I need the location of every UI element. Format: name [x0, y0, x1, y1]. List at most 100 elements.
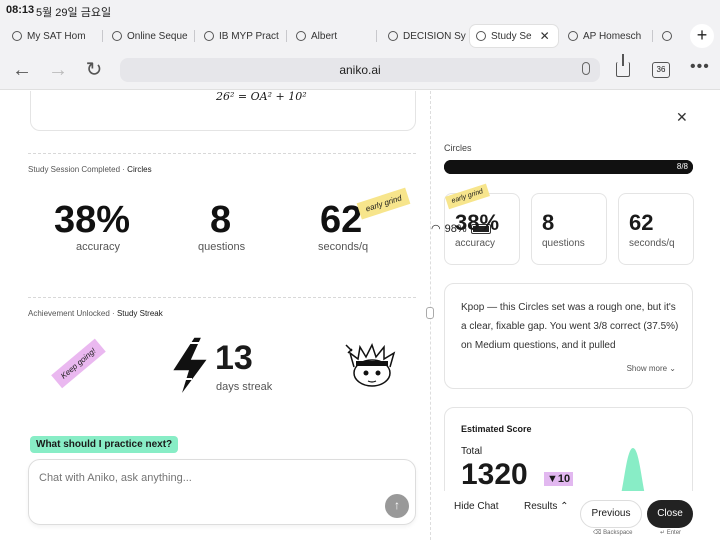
close-tab-icon[interactable]: ✕: [540, 29, 550, 43]
tab-label: My SAT Hom: [27, 30, 86, 42]
send-arrow-icon[interactable]: ↑: [385, 494, 409, 518]
backspace-hint: ⌫ Backspace: [593, 530, 633, 536]
tab-label: AP Homesch: [583, 30, 642, 42]
session-topic: Circles: [127, 165, 152, 174]
tab-3[interactable]: IB MYP Pract: [198, 25, 282, 47]
tab-2[interactable]: Online Seque: [106, 25, 190, 47]
tab-separator: [376, 30, 377, 42]
stat-label: seconds/q: [629, 238, 675, 249]
show-more-button[interactable]: Show more ⌄: [627, 364, 676, 373]
progress-count: 8/8: [676, 162, 688, 171]
backspace-label: Backspace: [603, 530, 633, 536]
keep-going-sticker: Keep going!: [51, 338, 106, 389]
tab-separator: [194, 30, 195, 42]
address-bar[interactable]: aniko.ai: [120, 58, 600, 82]
accuracy-label: accuracy: [76, 241, 121, 253]
feedback-card: Kpop — this Circles set was a rough one,…: [444, 283, 693, 389]
session-header: Study Session Completed · Circles: [28, 165, 152, 174]
results-panel: ✕ Circles 8/8 38% accuracy early grind 8…: [431, 91, 720, 540]
nav-bar: ← → ↻ aniko.ai 36 •••: [0, 50, 720, 90]
anime-character-icon: [345, 343, 396, 387]
questions-label: questions: [198, 241, 246, 253]
session-label: Study Session Completed: [28, 165, 121, 174]
page-icon: [476, 31, 486, 41]
tab-separator: [102, 30, 103, 42]
stat-card-seconds: 62 seconds/q: [618, 193, 694, 265]
stat-label: questions: [542, 238, 585, 249]
reload-icon[interactable]: ↻: [82, 58, 106, 82]
stat-value: 62: [629, 210, 654, 235]
share-icon[interactable]: [616, 54, 630, 77]
new-tab-button[interactable]: +: [690, 24, 714, 48]
tab-7[interactable]: AP Homesch: [562, 25, 648, 47]
equation: 26² = OA² + 10²: [216, 91, 307, 103]
panel-bottom-bar: Hide Chat Results ⌃ Previous ⌫ Backspace…: [431, 491, 720, 540]
total-label: Total: [461, 446, 483, 457]
page-icon: [12, 31, 22, 41]
stat-label: accuracy: [455, 238, 496, 249]
page-icon: [662, 31, 672, 41]
questions-value: 8: [210, 199, 232, 241]
status-time: 08:13: [6, 4, 35, 16]
page-icon: [296, 31, 306, 41]
enter-hint: ↵ Enter: [660, 530, 682, 536]
divider: [28, 297, 416, 298]
chat-input-box[interactable]: ↑: [28, 459, 416, 525]
page-icon: [112, 31, 122, 41]
tab-8[interactable]: [656, 25, 678, 47]
tab-bar: My SAT Hom Online Seque IB MYP Pract Alb…: [0, 22, 720, 50]
streak-days-label: days streak: [216, 381, 273, 393]
chat-input[interactable]: [39, 472, 339, 484]
seconds-label: seconds/q: [318, 241, 369, 253]
close-button[interactable]: Close: [647, 500, 693, 528]
score-delta-badge: ▼10: [544, 472, 574, 486]
accuracy-value: 38%: [54, 199, 131, 241]
early-grind-sticker: early grind: [356, 187, 411, 220]
progress-bar: 8/8: [444, 160, 693, 174]
tab-label: Online Seque: [127, 30, 188, 42]
tab-separator: [652, 30, 653, 42]
tab-label: Study Se: [491, 30, 532, 42]
streak-days-value: 13: [215, 339, 253, 377]
tab-1[interactable]: My SAT Hom: [6, 25, 98, 47]
page-icon: [568, 31, 578, 41]
tab-count-button[interactable]: 36: [652, 62, 670, 78]
results-button[interactable]: Results ⌃: [524, 501, 569, 512]
score-value: 1320: [461, 458, 528, 491]
lightning-bolt-icon: [170, 336, 210, 398]
tab-separator: [286, 30, 287, 42]
tab-label: DECISION Sy: [403, 30, 466, 42]
panel-title: Circles: [444, 143, 472, 153]
page-icon: [388, 31, 398, 41]
microphone-icon[interactable]: [582, 62, 590, 75]
more-options-icon[interactable]: •••: [690, 58, 710, 76]
tab-label: Albert: [311, 30, 338, 42]
status-date: 5월 29일 금요일: [36, 7, 112, 19]
results-label: Results: [524, 501, 558, 512]
progress-fill: [444, 160, 693, 174]
hide-chat-button[interactable]: Hide Chat: [454, 501, 498, 512]
achievement-name: Study Streak: [116, 309, 163, 318]
seconds-value: 62: [320, 199, 363, 241]
tab-6-active[interactable]: Study Se ✕: [470, 25, 558, 47]
previous-button[interactable]: Previous: [580, 500, 642, 528]
show-more-label: Show more: [626, 364, 668, 373]
achievement-header: Achievement Unlocked · Study Streak: [28, 309, 163, 318]
close-panel-icon[interactable]: ✕: [676, 109, 688, 126]
chevron-down-icon: ⌄: [669, 364, 676, 373]
estimated-title: Estimated Score: [461, 424, 532, 434]
url-text: aniko.ai: [339, 63, 381, 77]
back-arrow-icon[interactable]: ←: [10, 58, 34, 82]
tab-5[interactable]: DECISION Sy: [382, 25, 466, 47]
stat-value: 8: [542, 210, 555, 235]
status-bar: 08:13 5월 29일 금요일 ◠ 98%: [0, 0, 720, 235]
forward-arrow-icon[interactable]: →: [46, 58, 70, 82]
tab-4[interactable]: Albert: [290, 25, 370, 47]
chevron-up-icon: ⌃: [560, 501, 569, 512]
tab-label: IB MYP Pract: [219, 30, 279, 42]
stat-value: 38%: [455, 210, 500, 235]
achievement-label: Achievement Unlocked: [28, 309, 110, 318]
suggested-prompt-chip[interactable]: What should I practice next?: [30, 436, 179, 453]
feedback-text: Kpop — this Circles set was a rough one,…: [461, 302, 679, 351]
divider: [28, 153, 416, 154]
